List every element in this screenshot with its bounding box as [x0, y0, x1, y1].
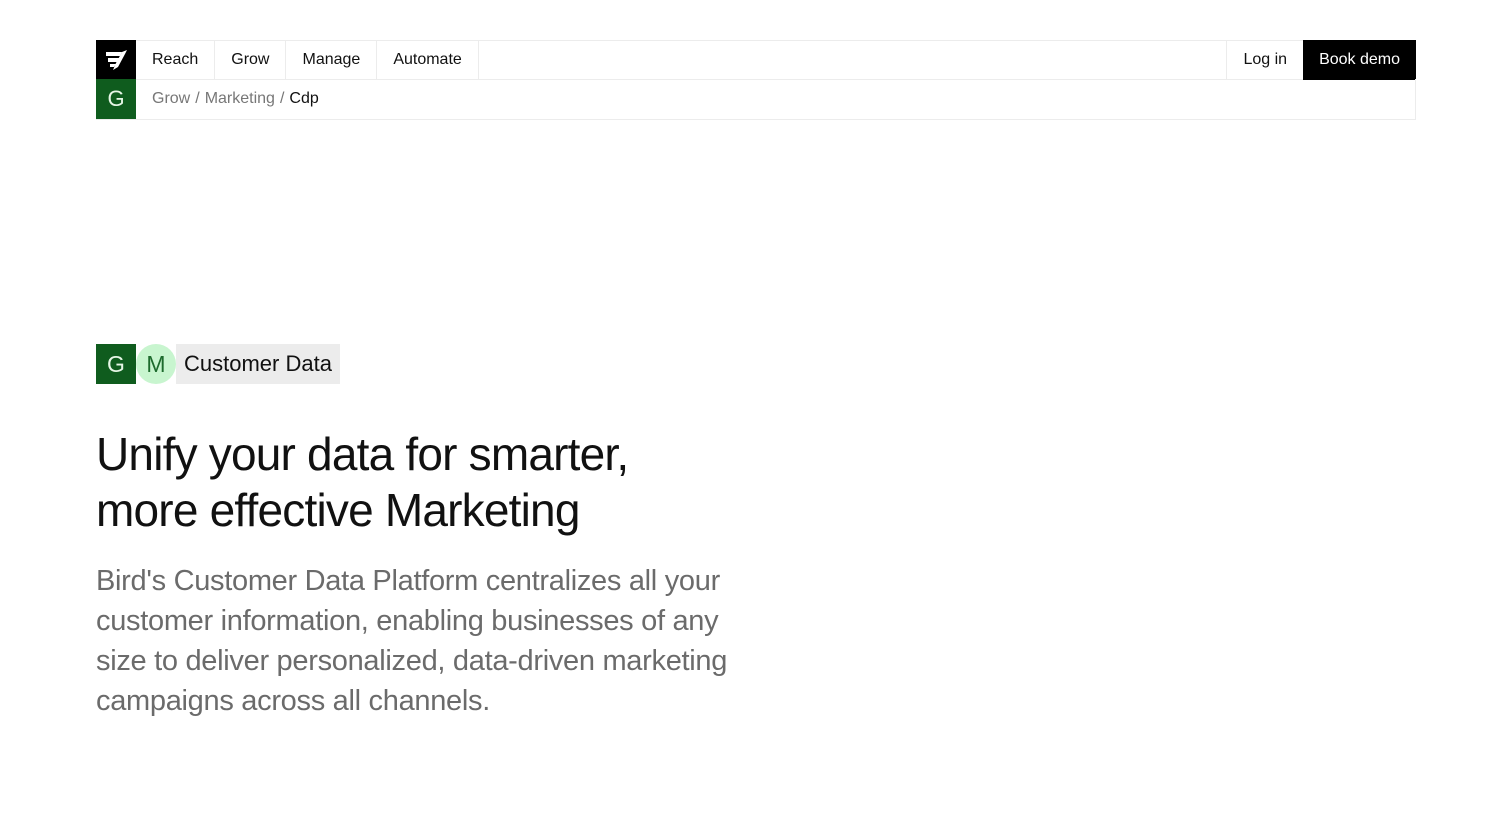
breadcrumb-separator: /	[195, 90, 200, 107]
grow-square-badge: G	[96, 344, 136, 384]
nav-item-grow[interactable]: Grow	[215, 41, 287, 79]
page-title-line-1: Unify your data for smarter,	[96, 428, 629, 480]
book-demo-button[interactable]: Book demo	[1303, 40, 1416, 80]
breadcrumb: Grow / Marketing / Cdp	[152, 90, 319, 108]
breadcrumb-separator: /	[279, 90, 285, 107]
bird-logo-icon[interactable]	[96, 40, 136, 80]
breadcrumb-bar: G Grow / Marketing / Cdp	[96, 79, 1416, 120]
product-tag-label: Customer Data	[176, 344, 340, 384]
nav-item-reach[interactable]: Reach	[136, 41, 216, 79]
login-button[interactable]: Log in	[1226, 41, 1303, 79]
breadcrumb-marketing-link[interactable]: Marketing	[205, 90, 275, 108]
marketing-circle-badge: M	[136, 344, 176, 384]
hero-description: Bird's Customer Data Platform centralize…	[96, 565, 728, 717]
grow-badge: G	[96, 79, 136, 119]
breadcrumb-current: Cdp	[289, 90, 319, 107]
nav-item-manage[interactable]: Manage	[286, 41, 378, 79]
nav-item-automate[interactable]: Automate	[377, 41, 479, 79]
product-tag: G M Customer Data	[96, 344, 340, 384]
top-nav: Reach Grow Manage Automate Log in Book d…	[96, 40, 1416, 80]
breadcrumb-grow-link[interactable]: Grow	[152, 90, 190, 108]
page-title: Unify your data for smarter, more effect…	[96, 426, 716, 538]
page-title-line-2: more effective Marketing	[96, 484, 580, 536]
